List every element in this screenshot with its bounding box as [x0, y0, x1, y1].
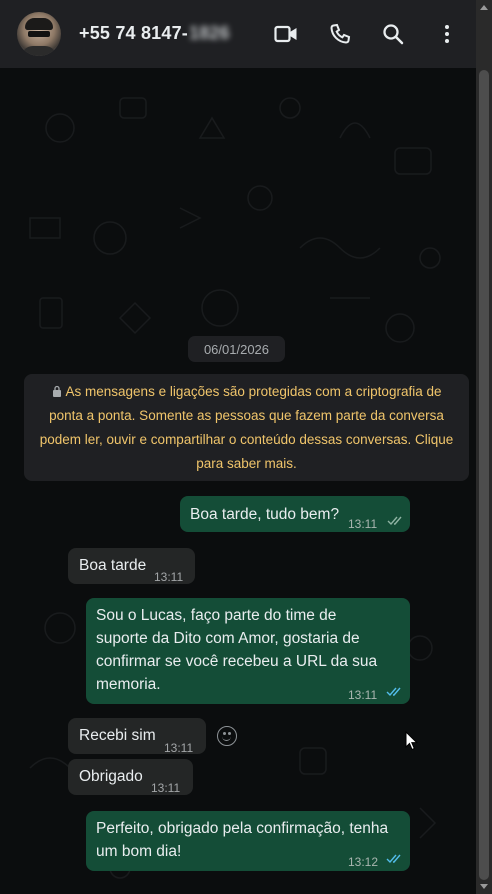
more-options-icon[interactable]: [435, 22, 459, 46]
message-text: Sou o Lucas, faço parte do time de supor…: [96, 607, 378, 693]
encryption-notice-text: As mensagens e ligações são protegidas c…: [39, 384, 454, 471]
scrollbar[interactable]: [476, 0, 492, 894]
message-time: 13:11: [151, 781, 181, 795]
message-time: 13:11: [348, 517, 378, 531]
read-ticks-icon: [386, 687, 401, 697]
message-text: Obrigado: [79, 768, 143, 785]
contact-avatar[interactable]: [17, 12, 61, 56]
date-separator: 06/01/2026: [188, 336, 285, 362]
outgoing-message[interactable]: Boa tarde, tudo bem? 13:11: [180, 496, 410, 532]
encryption-notice[interactable]: As mensagens e ligações são protegidas c…: [24, 374, 469, 481]
incoming-message[interactable]: Recebi sim 13:11: [68, 718, 206, 755]
video-call-icon[interactable]: [274, 22, 298, 46]
message-time: 13:11: [164, 741, 194, 755]
contact-name[interactable]: +55 74 8147-1826: [79, 23, 230, 44]
search-icon[interactable]: [381, 22, 405, 46]
read-ticks-icon: [387, 516, 402, 526]
message-text: Boa tarde, tudo bem?: [190, 506, 340, 523]
scroll-down-arrow-icon[interactable]: [480, 884, 488, 889]
voice-call-icon[interactable]: [328, 22, 352, 46]
react-emoji-icon[interactable]: [217, 726, 237, 746]
lock-icon: [52, 385, 61, 397]
mouse-pointer-icon: [405, 731, 419, 751]
chat-header: +55 74 8147-1826: [0, 0, 476, 68]
message-time: 13:11: [348, 688, 378, 702]
contact-number-obscured: 1826: [189, 23, 230, 43]
message-time: 13:11: [154, 570, 184, 584]
message-time: 13:12: [348, 855, 379, 869]
incoming-message[interactable]: Obrigado 13:11: [68, 759, 193, 795]
outgoing-message[interactable]: Sou o Lucas, faço parte do time de supor…: [86, 598, 410, 704]
scroll-up-arrow-icon[interactable]: [480, 5, 488, 10]
message-text: Boa tarde: [79, 557, 147, 574]
incoming-message[interactable]: Boa tarde 13:11: [68, 548, 195, 584]
contact-number: +55 74 8147-: [79, 23, 188, 43]
message-text: Recebi sim: [79, 727, 156, 744]
scrollbar-thumb[interactable]: [479, 70, 489, 880]
outgoing-message[interactable]: Perfeito, obrigado pela confirmação, ten…: [86, 811, 410, 871]
read-ticks-icon: [386, 854, 401, 864]
